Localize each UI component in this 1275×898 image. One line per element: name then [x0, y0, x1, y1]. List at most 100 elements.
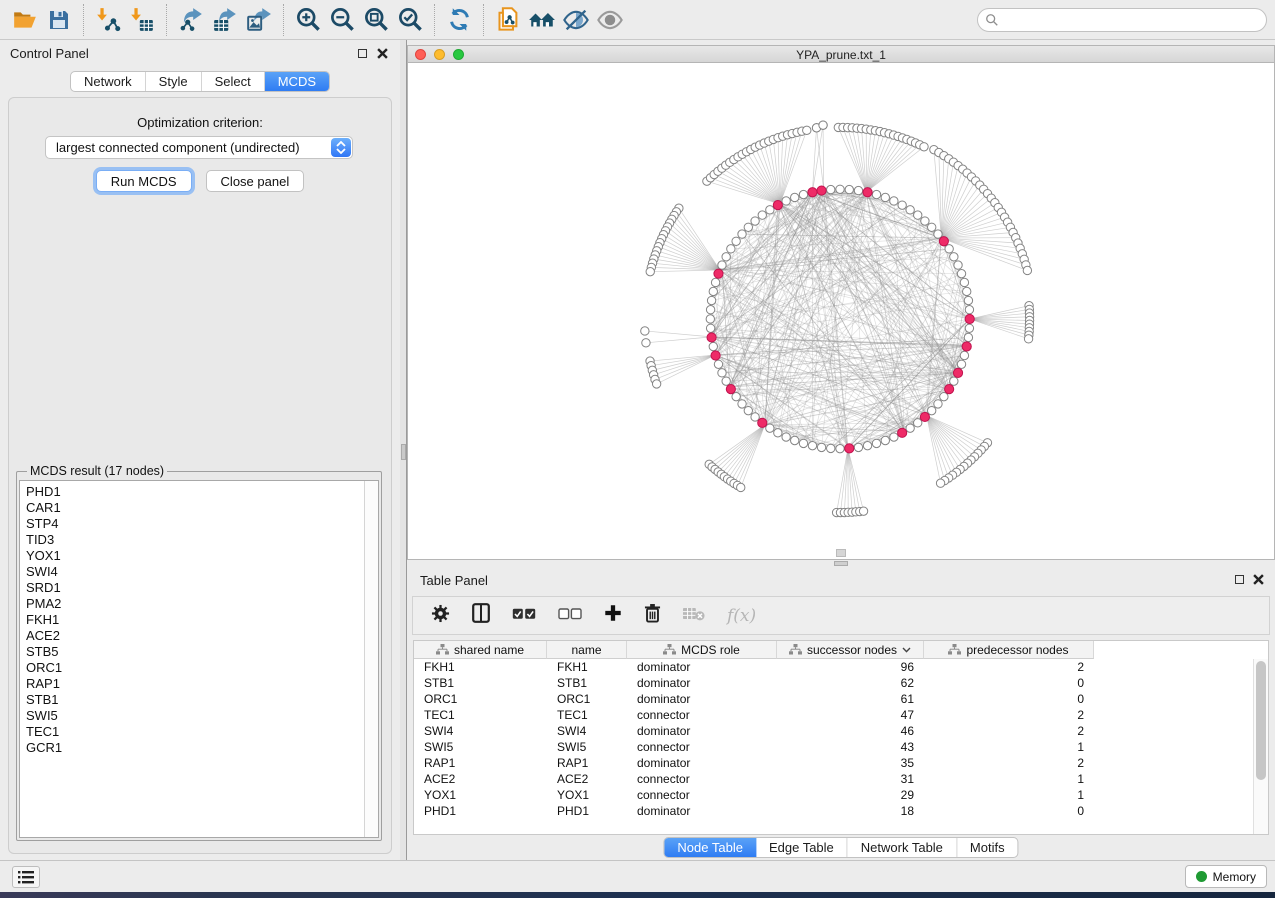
network-node[interactable]: [845, 185, 853, 193]
show-hidden-eye-icon[interactable]: [593, 4, 627, 36]
network-node[interactable]: [774, 429, 782, 437]
mcds-result-item[interactable]: ACE2: [20, 628, 378, 644]
table-scrollbar-thumb[interactable]: [1256, 661, 1266, 780]
network-node[interactable]: [766, 424, 774, 432]
network-node[interactable]: [928, 223, 936, 231]
export-network-icon[interactable]: [174, 4, 208, 36]
network-node[interactable]: [791, 193, 799, 201]
float-panel-icon[interactable]: [356, 47, 368, 59]
network-node[interactable]: [751, 217, 759, 225]
network-node[interactable]: [799, 439, 807, 447]
zoom-fit-icon[interactable]: [359, 4, 393, 36]
network-node[interactable]: [819, 121, 827, 129]
mcds-node[interactable]: [758, 418, 767, 427]
mcds-node[interactable]: [808, 188, 817, 197]
network-node[interactable]: [928, 406, 936, 414]
float-table-panel-icon[interactable]: [1233, 573, 1245, 585]
mcds-result-item[interactable]: GCR1: [20, 740, 378, 756]
network-node[interactable]: [751, 413, 759, 421]
network-node[interactable]: [722, 253, 730, 261]
export-table-icon[interactable]: [208, 4, 242, 36]
network-node[interactable]: [965, 306, 973, 314]
canvas-splitter-handle[interactable]: [836, 549, 846, 557]
vertical-splitter[interactable]: [400, 40, 407, 860]
table-row[interactable]: STB1STB1dominator620: [414, 675, 1268, 691]
network-node[interactable]: [881, 436, 889, 444]
table-row[interactable]: PHD1PHD1dominator180: [414, 803, 1268, 819]
network-node[interactable]: [706, 315, 714, 323]
tab-edge-table[interactable]: Edge Table: [756, 838, 848, 857]
network-node[interactable]: [652, 380, 660, 388]
network-node[interactable]: [766, 206, 774, 214]
network-node[interactable]: [737, 483, 745, 491]
network-node[interactable]: [791, 436, 799, 444]
mcds-node[interactable]: [707, 333, 716, 342]
network-node[interactable]: [957, 360, 965, 368]
network-node[interactable]: [827, 185, 835, 193]
column-header-MCDS-role[interactable]: MCDS role: [627, 641, 777, 659]
mcds-node[interactable]: [726, 385, 735, 394]
mcds-result-item[interactable]: SWI5: [20, 708, 378, 724]
mcds-result-item[interactable]: TID3: [20, 532, 378, 548]
mcds-result-item[interactable]: FKH1: [20, 612, 378, 628]
import-network-icon[interactable]: [91, 4, 125, 36]
mcds-node[interactable]: [920, 412, 929, 421]
network-node[interactable]: [945, 245, 953, 253]
network-node[interactable]: [641, 327, 649, 335]
zoom-selected-icon[interactable]: [393, 4, 427, 36]
mcds-node[interactable]: [962, 342, 971, 351]
network-node[interactable]: [732, 393, 740, 401]
mcds-node[interactable]: [817, 186, 826, 195]
network-canvas[interactable]: [408, 63, 1274, 559]
zoom-out-icon[interactable]: [325, 4, 359, 36]
network-node[interactable]: [921, 217, 929, 225]
table-row[interactable]: RAP1RAP1dominator352: [414, 755, 1268, 771]
network-node[interactable]: [872, 439, 880, 447]
mcds-result-item[interactable]: TEC1: [20, 724, 378, 740]
network-node[interactable]: [709, 287, 717, 295]
network-node[interactable]: [914, 211, 922, 219]
mcds-node[interactable]: [714, 269, 723, 278]
mcds-node[interactable]: [945, 385, 954, 394]
mcds-result-item[interactable]: YOX1: [20, 548, 378, 564]
close-table-panel-icon[interactable]: [1252, 573, 1264, 585]
network-node[interactable]: [940, 393, 948, 401]
network-node[interactable]: [906, 424, 914, 432]
network-node[interactable]: [758, 211, 766, 219]
save-session-icon[interactable]: [42, 4, 76, 36]
network-node[interactable]: [964, 296, 972, 304]
network-node[interactable]: [782, 197, 790, 205]
tab-select[interactable]: Select: [202, 72, 265, 91]
network-node[interactable]: [799, 190, 807, 198]
network-node[interactable]: [836, 185, 844, 193]
network-node[interactable]: [706, 306, 714, 314]
network-node[interactable]: [960, 278, 968, 286]
mcds-node[interactable]: [773, 201, 782, 210]
column-header-name[interactable]: name: [547, 641, 627, 659]
tab-motifs[interactable]: Motifs: [957, 838, 1018, 857]
close-panel-button[interactable]: Close panel: [206, 170, 305, 192]
mcds-node[interactable]: [965, 314, 974, 323]
network-node[interactable]: [957, 269, 965, 277]
tab-network-table[interactable]: Network Table: [848, 838, 957, 857]
network-node[interactable]: [950, 253, 958, 261]
network-node[interactable]: [881, 193, 889, 201]
network-node[interactable]: [718, 369, 726, 377]
table-row[interactable]: ACE2ACE2connector311: [414, 771, 1268, 787]
memory-button[interactable]: Memory: [1185, 865, 1267, 888]
export-image-icon[interactable]: [242, 4, 276, 36]
network-node[interactable]: [890, 197, 898, 205]
network-node[interactable]: [836, 444, 844, 452]
network-node[interactable]: [706, 324, 714, 332]
search-input[interactable]: [977, 8, 1267, 32]
table-row[interactable]: TEC1TEC1connector472: [414, 707, 1268, 723]
toggle-columns-icon[interactable]: [472, 603, 490, 628]
network-node[interactable]: [709, 342, 717, 350]
network-node[interactable]: [872, 190, 880, 198]
network-node[interactable]: [934, 230, 942, 238]
network-node[interactable]: [738, 230, 746, 238]
mcds-result-item[interactable]: SWI4: [20, 564, 378, 580]
delete-column-icon[interactable]: [644, 603, 661, 628]
deselect-all-checkboxes-icon[interactable]: [558, 607, 582, 625]
open-file-icon[interactable]: [8, 4, 42, 36]
